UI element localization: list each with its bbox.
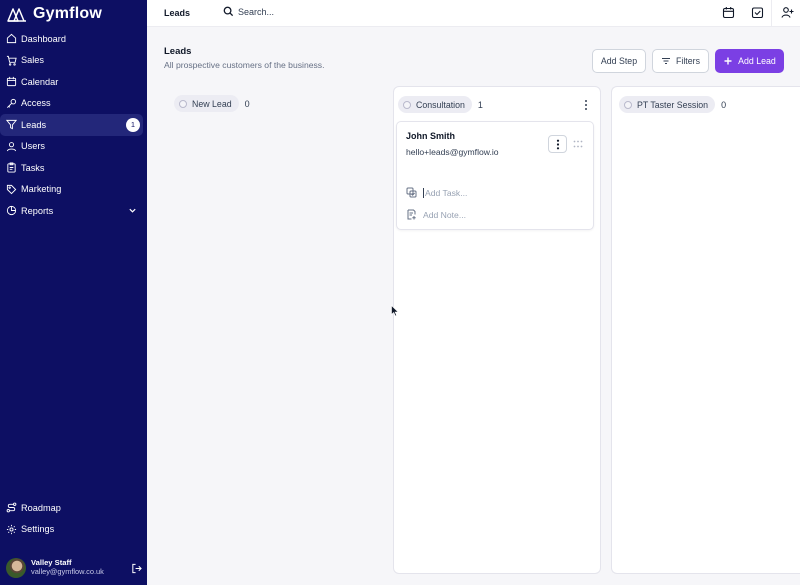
- sidebar-item-label: Leads: [21, 119, 47, 130]
- filter-lines-icon: [662, 57, 671, 65]
- sidebar-item-roadmap[interactable]: Roadmap: [0, 497, 143, 519]
- status-dot-icon: [179, 99, 187, 108]
- sidebar-item-reports[interactable]: Reports: [0, 200, 143, 222]
- lead-card[interactable]: John Smith hello+leads@gymflow.io Add Ta…: [396, 121, 594, 230]
- sidebar-item-calendar[interactable]: Calendar: [0, 71, 143, 93]
- sidebar-item-sales[interactable]: Sales: [0, 50, 143, 72]
- user-icon: [6, 141, 17, 152]
- sidebar-item-settings[interactable]: Settings: [0, 519, 143, 541]
- column-count: 1: [477, 99, 483, 110]
- sidebar-bottom-nav: Roadmap Settings: [0, 497, 147, 540]
- app-name: Gymflow: [33, 5, 102, 22]
- home-icon: [6, 34, 17, 44]
- task-copy-icon: [406, 187, 417, 198]
- board-column-pt-taster-session: PT Taster Session 0: [611, 86, 800, 574]
- add-task-input[interactable]: Add Task...: [406, 187, 467, 198]
- checklist-icon[interactable]: [751, 6, 764, 19]
- avatar: [6, 558, 26, 578]
- sidebar-item-leads[interactable]: Leads 1: [0, 114, 143, 136]
- key-icon: [7, 98, 17, 108]
- search-placeholder: Search...: [238, 6, 275, 17]
- text-caret: [423, 187, 424, 198]
- gymflow-logo-icon: [7, 8, 26, 22]
- leads-count-badge: 1: [126, 117, 140, 132]
- sidebar-item-label: Marketing: [21, 184, 62, 195]
- roadmap-icon: [6, 502, 17, 513]
- lead-name: John Smith: [406, 131, 455, 141]
- status-dot-icon: [624, 100, 632, 109]
- card-menu-button[interactable]: [548, 135, 567, 153]
- user-add-icon[interactable]: [781, 6, 794, 19]
- app-logo[interactable]: Gymflow: [6, 4, 102, 24]
- topbar-divider: [771, 0, 772, 27]
- chevron-down-icon[interactable]: [128, 206, 137, 215]
- search-input[interactable]: Search...: [223, 6, 274, 17]
- sidebar-item-label: Access: [21, 98, 51, 109]
- logout-icon[interactable]: [131, 563, 142, 574]
- column-title-pill[interactable]: Consultation: [398, 96, 472, 113]
- drag-handle-icon[interactable]: [573, 140, 583, 148]
- search-icon: [223, 6, 234, 17]
- plus-icon: [724, 57, 732, 65]
- page-subtitle: All prospective customers of the busines…: [164, 60, 325, 70]
- calendar-icon: [6, 77, 17, 87]
- more-vertical-icon: [556, 139, 559, 149]
- sidebar-item-label: Sales: [21, 55, 44, 66]
- sidebar-item-dashboard[interactable]: Dashboard: [0, 28, 143, 50]
- mouse-pointer-icon: [391, 305, 399, 317]
- sidebar-item-label: Roadmap: [21, 502, 61, 513]
- page-title: Leads: [164, 46, 192, 57]
- column-title-pill[interactable]: New Lead: [174, 95, 239, 112]
- calendar-icon[interactable]: [722, 6, 735, 19]
- note-add-icon: [407, 209, 416, 220]
- sidebar-item-label: Reports: [21, 205, 54, 216]
- sidebar-item-label: Dashboard: [21, 33, 66, 44]
- clipboard-icon: [7, 162, 16, 173]
- cart-icon: [6, 55, 17, 66]
- current-user[interactable]: Valley Staff valley@gymflow.co.uk: [6, 556, 142, 580]
- sidebar-item-label: Users: [21, 141, 45, 152]
- add-note-input[interactable]: Add Note...: [406, 209, 466, 220]
- sidebar-nav: Dashboard Sales Calendar Access Leads 1 …: [0, 28, 147, 222]
- sidebar-item-users[interactable]: Users: [0, 136, 143, 158]
- sidebar: Gymflow Dashboard Sales Calendar Access …: [0, 0, 147, 585]
- tag-icon: [6, 184, 17, 195]
- more-vertical-icon[interactable]: [584, 99, 588, 111]
- sidebar-item-access[interactable]: Access: [0, 93, 143, 115]
- sidebar-item-label: Settings: [21, 524, 55, 535]
- column-title-pill[interactable]: PT Taster Session: [619, 96, 716, 113]
- sidebar-item-label: Calendar: [21, 76, 59, 87]
- gear-icon: [6, 524, 17, 534]
- breadcrumb: Leads: [164, 8, 191, 18]
- lead-email: hello+leads@gymflow.io: [406, 147, 499, 157]
- sidebar-item-label: Tasks: [21, 162, 45, 173]
- sidebar-item-marketing[interactable]: Marketing: [0, 179, 143, 201]
- funnel-icon: [6, 120, 17, 130]
- user-email: valley@gymflow.co.uk: [31, 567, 104, 577]
- column-count: 0: [721, 99, 727, 110]
- column-count: 0: [244, 98, 250, 109]
- board-column-new-lead: New Lead 0: [164, 86, 389, 574]
- add-lead-button[interactable]: Add Lead: [715, 49, 784, 73]
- add-step-button[interactable]: Add Step: [592, 49, 646, 73]
- filters-button[interactable]: Filters: [652, 49, 709, 73]
- sidebar-item-tasks[interactable]: Tasks: [0, 157, 143, 179]
- top-bar: Leads Search...: [147, 0, 800, 27]
- pie-chart-icon: [6, 206, 17, 216]
- status-dot-icon: [403, 100, 411, 109]
